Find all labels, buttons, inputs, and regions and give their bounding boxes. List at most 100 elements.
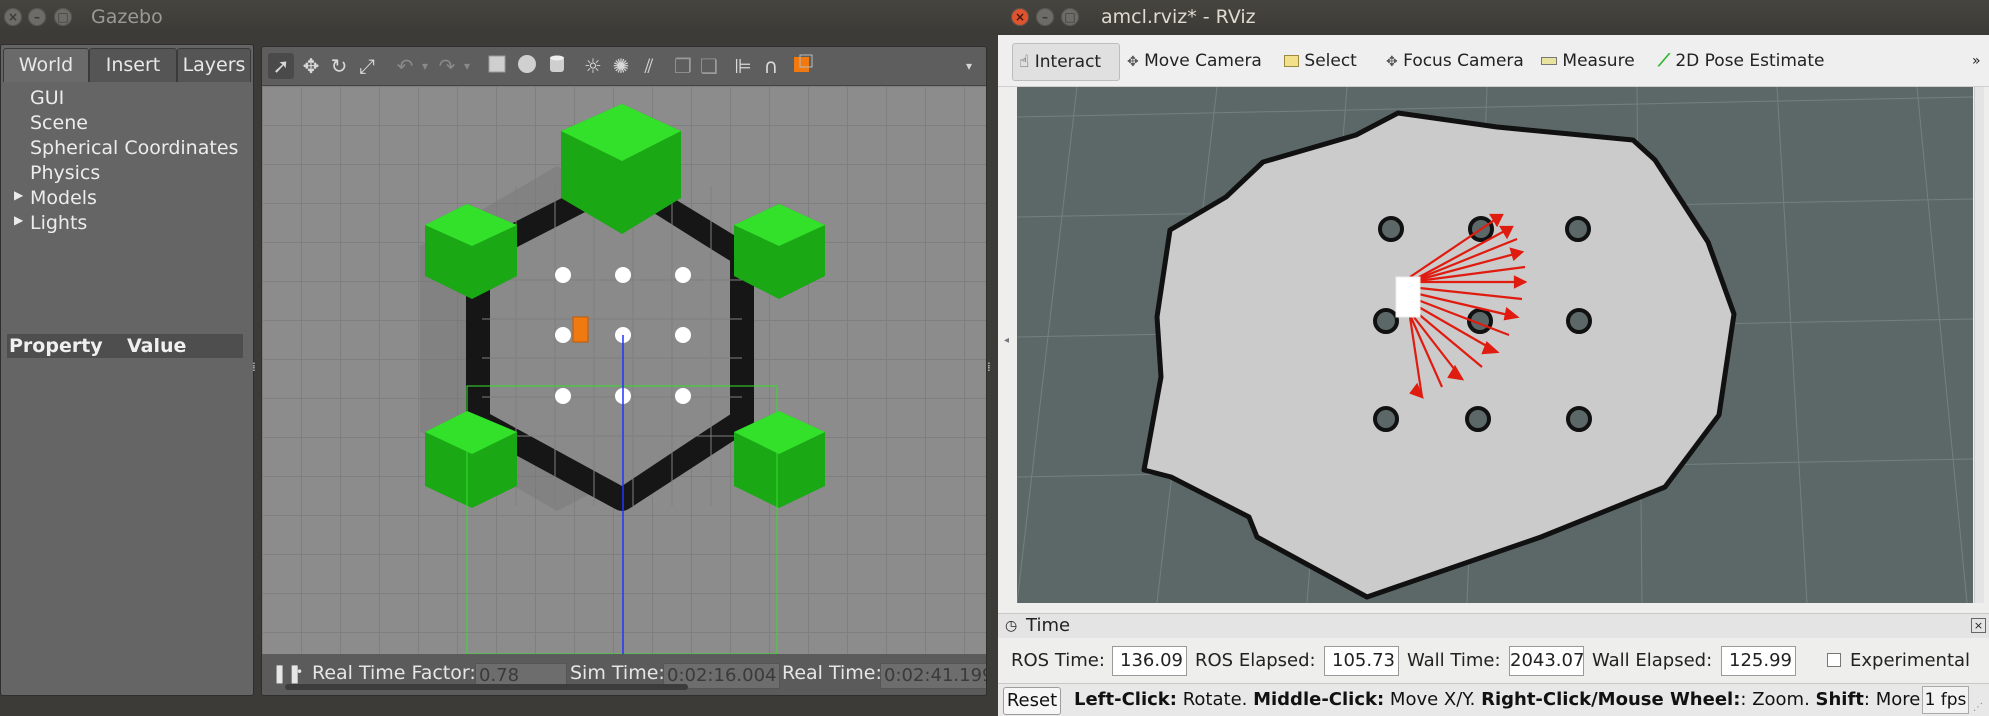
tree-item-lights[interactable]: Lights xyxy=(30,212,87,234)
tool-select-label: Select xyxy=(1304,51,1357,71)
wall-time-field: 2043.07 xyxy=(1509,646,1584,676)
cylinder-icon[interactable] xyxy=(544,53,570,79)
tool-select[interactable]: Select xyxy=(1284,43,1357,79)
expand-arrow-icon[interactable]: ▶ xyxy=(14,213,23,227)
rviz-titlebar: × – □ amcl.rviz* - RViz xyxy=(998,0,1989,35)
translate-icon[interactable]: ✥ xyxy=(298,53,324,79)
time-panel-header: ◷ Time × xyxy=(998,613,1989,638)
view-angle-icon[interactable] xyxy=(790,53,816,79)
hint-key: Shift xyxy=(1815,689,1864,710)
gazebo-maximize-icon[interactable]: □ xyxy=(54,8,72,26)
tree-item-physics[interactable]: Physics xyxy=(30,162,100,184)
mouse-hint-text: Left-Click: Rotate. Middle-Click: Move X… xyxy=(1074,687,1954,713)
tool-interact[interactable]: ☝ Interact xyxy=(1012,43,1120,81)
tool-move-camera[interactable]: ✥ Move Camera xyxy=(1127,43,1262,79)
copy-icon[interactable]: ❐ xyxy=(670,53,696,79)
tool-measure-label: Measure xyxy=(1562,51,1635,71)
gazebo-minimize-icon[interactable]: – xyxy=(28,8,46,26)
tool-measure[interactable]: Measure xyxy=(1541,43,1635,79)
expand-arrow-icon[interactable]: ▶ xyxy=(14,188,23,202)
tree-item-scene[interactable]: Scene xyxy=(30,112,88,134)
hand-icon: ☝ xyxy=(1019,52,1030,72)
focus-camera-icon: ✥ xyxy=(1386,54,1398,70)
viewport-scrollbar[interactable] xyxy=(1974,87,1984,603)
property-table-header: Property Value xyxy=(7,334,243,358)
experimental-label: Experimental xyxy=(1850,650,1971,671)
ros-time-field: 136.09 xyxy=(1112,646,1187,676)
time-panel-title: Time xyxy=(1026,615,1071,636)
sphere-icon[interactable] xyxy=(514,53,540,79)
tree-item-gui[interactable]: GUI xyxy=(30,87,64,109)
rviz-window-title: amcl.rviz* - RViz xyxy=(1101,6,1256,28)
tab-layers[interactable]: Layers xyxy=(177,48,251,82)
time-panel-row: ROS Time: 136.09 ROS Elapsed: 105.73 Wal… xyxy=(998,640,1989,680)
rviz-minimize-icon[interactable]: – xyxy=(1036,8,1054,26)
tree-item-models[interactable]: Models xyxy=(30,187,97,209)
property-header-label: Property xyxy=(9,335,103,357)
status-separator-icon: • xyxy=(296,665,304,679)
rviz-3d-viewport[interactable] xyxy=(1017,87,1973,603)
tool-2d-pose-estimate[interactable]: ⟋ 2D Pose Estimate xyxy=(1658,43,1824,79)
wall-time-label: Wall Time: xyxy=(1407,650,1501,671)
rotate-icon[interactable]: ↻ xyxy=(326,53,352,79)
align-icon[interactable]: ⊫ xyxy=(730,53,756,79)
real-time-label: Real Time: xyxy=(782,662,882,684)
splitter-handle-icon[interactable]: ⁞ xyxy=(987,360,991,374)
reset-button[interactable]: Reset xyxy=(1003,687,1061,715)
scale-icon[interactable]: ⤢ xyxy=(354,53,380,79)
resize-grip-icon[interactable]: ⋰ xyxy=(1973,702,1983,713)
select-icon xyxy=(1284,55,1299,67)
tool-2d-pose-estimate-label: 2D Pose Estimate xyxy=(1675,51,1825,71)
spot-light-icon[interactable]: ✺ xyxy=(608,53,634,79)
value-header-label: Value xyxy=(127,335,187,357)
redo-dropdown-icon[interactable]: ▾ xyxy=(454,53,480,79)
tab-insert[interactable]: Insert xyxy=(89,48,177,82)
tool-focus-camera[interactable]: ✥ Focus Camera xyxy=(1386,43,1524,79)
experimental-checkbox[interactable] xyxy=(1827,653,1841,667)
box-icon[interactable] xyxy=(484,53,510,79)
gazebo-close-icon[interactable]: × xyxy=(4,8,22,26)
pose-arrow-icon: ⟋ xyxy=(1658,51,1670,71)
hint-key: Middle-Click: xyxy=(1253,689,1385,710)
toolbar-menu-icon[interactable]: ▾ xyxy=(956,53,982,79)
gazebo-3d-viewport[interactable] xyxy=(262,86,986,654)
hint-key: Right-Click/Mouse Wheel: xyxy=(1481,689,1741,710)
snap-icon[interactable]: ∩ xyxy=(758,53,784,79)
toolbar-overflow-icon[interactable]: » xyxy=(1972,43,1981,79)
rviz-map-scene xyxy=(1017,87,1973,603)
real-time-value: 0:02:41.199 xyxy=(880,663,986,689)
point-light-icon[interactable]: ☼ xyxy=(580,53,606,79)
sim-time-label: Sim Time: xyxy=(570,662,665,684)
wall-elapsed-label: Wall Elapsed: xyxy=(1592,650,1713,671)
tree-item-spherical-coordinates[interactable]: Spherical Coordinates xyxy=(30,137,238,159)
hint-text: Move X/Y. xyxy=(1384,689,1482,710)
ros-time-label: ROS Time: xyxy=(1011,650,1105,671)
rviz-window: × – □ amcl.rviz* - RViz ☝ Interact ✥ Mov… xyxy=(998,0,1989,716)
splitter-handle-icon[interactable]: ⁞ xyxy=(252,360,256,374)
gazebo-toolbar: ➚ ✥ ↻ ⤢ ↶ ▾ ↷ ▾ ☼ ✺ ⫽ ❐ ❏ ⊫ ∩ ▾ xyxy=(262,47,986,86)
ros-elapsed-label: ROS Elapsed: xyxy=(1195,650,1316,671)
rviz-statusbar: Reset Left-Click: Rotate. Middle-Click: … xyxy=(998,683,1989,716)
paste-icon[interactable]: ❏ xyxy=(696,53,722,79)
rviz-toolbar: ☝ Interact ✥ Move Camera Select ✥ Focus … xyxy=(998,35,1989,87)
wall-elapsed-field: 125.99 xyxy=(1721,646,1796,676)
occupancy-map xyxy=(1141,110,1737,600)
hint-text: Rotate. xyxy=(1176,689,1254,710)
horizontal-scrollbar[interactable] xyxy=(285,684,688,690)
ros-elapsed-field: 105.73 xyxy=(1324,646,1399,676)
tool-focus-camera-label: Focus Camera xyxy=(1403,51,1524,71)
move-camera-icon: ✥ xyxy=(1127,54,1139,70)
left-dock-collapse-icon[interactable]: ◂ xyxy=(1004,335,1009,346)
gazebo-window-title: Gazebo xyxy=(91,6,163,28)
gazebo-world-panel: World Insert Layers GUI Scene Spherical … xyxy=(0,44,254,696)
directional-light-icon[interactable]: ⫽ xyxy=(636,53,662,79)
tab-world[interactable]: World xyxy=(3,48,89,82)
ruler-icon xyxy=(1541,57,1557,65)
rviz-close-icon[interactable]: × xyxy=(1011,8,1029,26)
select-arrow-icon[interactable]: ➚ xyxy=(268,53,294,79)
gazebo-scene xyxy=(420,104,825,654)
fps-indicator: 1 fps xyxy=(1922,686,1969,714)
hint-key: Left-Click: xyxy=(1074,689,1177,710)
panel-close-icon[interactable]: × xyxy=(1971,618,1986,633)
rviz-maximize-icon[interactable]: □ xyxy=(1061,8,1079,26)
